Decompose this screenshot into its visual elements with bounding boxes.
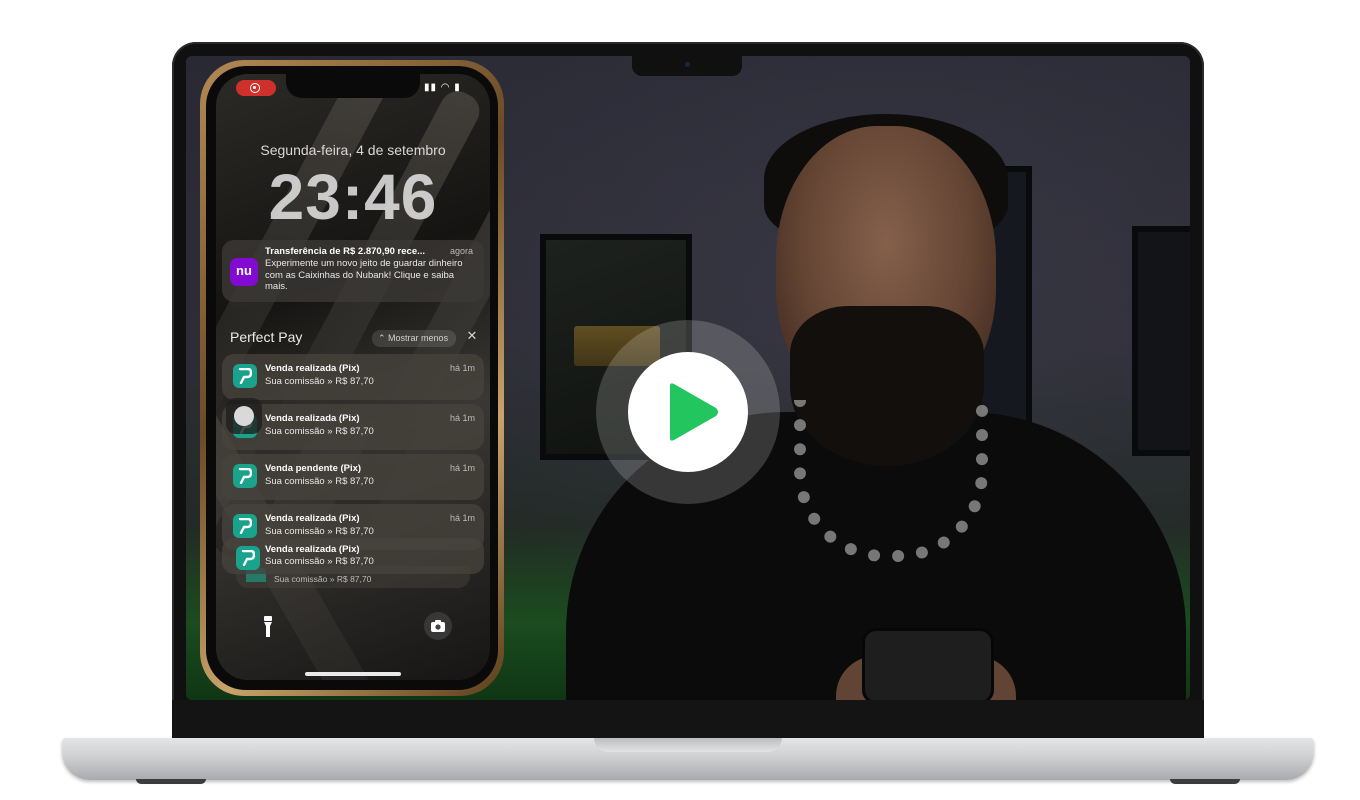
play-button[interactable] bbox=[628, 352, 748, 472]
notification-body: Sua comissão » R$ 87,70 bbox=[265, 426, 374, 437]
notification-time: há 1m bbox=[450, 413, 476, 423]
notification-time: há 1m bbox=[450, 463, 476, 473]
notification-body: Experimente um novo jeito de guardar din… bbox=[265, 258, 463, 292]
perfectpay-app-icon bbox=[233, 464, 257, 488]
notification-time: há 1m bbox=[450, 363, 476, 373]
record-icon bbox=[250, 83, 260, 93]
webcam-icon bbox=[685, 62, 690, 67]
notification-title: Venda realizada (Pix) bbox=[265, 363, 360, 374]
nubank-app-icon: nu bbox=[230, 258, 258, 286]
play-triangle-icon bbox=[670, 383, 718, 441]
notification-body: Sua comissão » R$ 87,70 bbox=[265, 526, 374, 537]
notification-title: Venda realizada (Pix) bbox=[265, 513, 360, 524]
lock-screen-time: 23:46 bbox=[268, 161, 438, 233]
notification-group-title: Perfect Pay bbox=[230, 329, 303, 345]
lock-screen-date: Segunda-feira, 4 de setembro bbox=[260, 142, 446, 158]
notification-time: agora bbox=[450, 246, 474, 256]
status-bar-icons: ▮▮ ◠ ▮ bbox=[424, 82, 461, 93]
notification-time: há 1m bbox=[450, 513, 476, 523]
laptop-foot-left bbox=[136, 779, 206, 784]
flashlight-icon[interactable] bbox=[262, 616, 276, 640]
notification-title: Venda realizada (Pix) bbox=[265, 544, 360, 555]
show-less-button[interactable]: ⌃ Mostrar menos bbox=[372, 330, 457, 347]
laptop-chin bbox=[172, 700, 1204, 738]
perfectpay-app-icon bbox=[236, 546, 260, 570]
perfectpay-app-icon bbox=[233, 514, 257, 538]
home-indicator[interactable] bbox=[305, 672, 401, 676]
notification-body: Sua comissão » R$ 87,70 bbox=[265, 556, 374, 567]
notification-title: Transferência de R$ 2.870,90 rece... bbox=[265, 246, 426, 257]
assistive-touch-button[interactable] bbox=[226, 398, 262, 434]
show-less-label: Mostrar menos bbox=[388, 333, 449, 343]
notification-body: Sua comissão » R$ 87,70 bbox=[265, 376, 374, 387]
notification-title: Venda realizada (Pix) bbox=[265, 413, 360, 424]
laptop-lid-notch bbox=[594, 738, 782, 752]
close-icon[interactable]: ✕ bbox=[463, 328, 481, 346]
phone-notch bbox=[286, 74, 420, 98]
stacked-notification-body: Sua comissão » R$ 87,70 bbox=[274, 574, 372, 584]
camera-icon[interactable] bbox=[424, 612, 452, 640]
notification-body: Sua comissão » R$ 87,70 bbox=[265, 476, 374, 487]
laptop-foot-right bbox=[1170, 779, 1240, 784]
perfectpay-app-icon bbox=[233, 364, 257, 388]
notification-title: Venda pendente (Pix) bbox=[265, 463, 362, 474]
screen-recording-indicator[interactable] bbox=[236, 80, 276, 96]
